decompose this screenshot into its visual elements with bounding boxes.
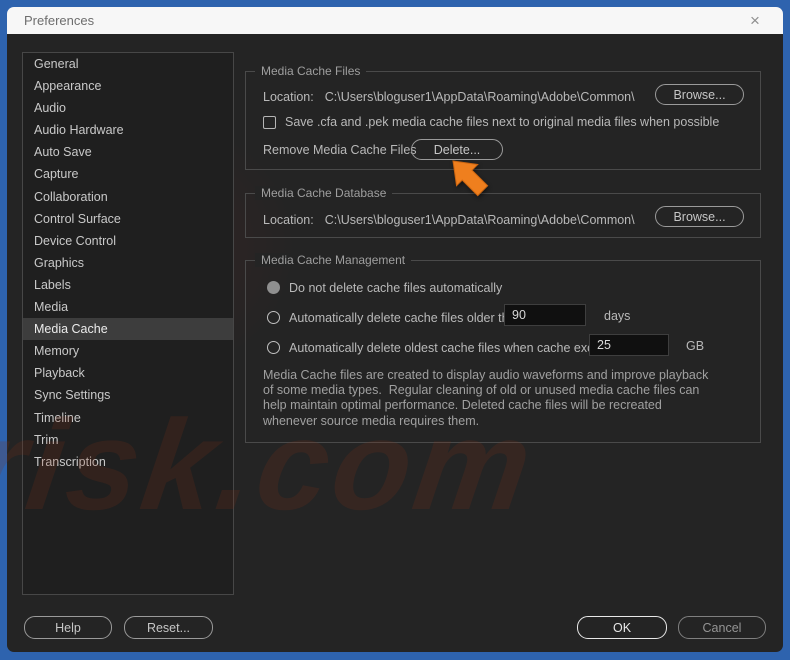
sidebar-item-collaboration[interactable]: Collaboration bbox=[23, 186, 233, 208]
files-browse-button[interactable]: Browse... bbox=[655, 84, 744, 105]
save-next-to-originals-row: Save .cfa and .pek media cache files nex… bbox=[263, 114, 719, 130]
preferences-window: Preferences × General Appearance Audio A… bbox=[0, 0, 790, 660]
media-cache-files-legend: Media Cache Files bbox=[255, 64, 367, 78]
sidebar-item-sync-settings[interactable]: Sync Settings bbox=[23, 384, 233, 406]
sidebar-item-memory[interactable]: Memory bbox=[23, 340, 233, 362]
title-bar: Preferences × bbox=[7, 7, 783, 34]
sidebar-item-general[interactable]: General bbox=[23, 53, 233, 75]
radio-exceeds[interactable] bbox=[267, 341, 280, 354]
media-cache-management-group: Media Cache Management Do not delete cac… bbox=[245, 253, 761, 443]
sidebar-item-playback[interactable]: Playback bbox=[23, 362, 233, 384]
database-location-row: Location: C:\Users\bloguser1\AppData\Roa… bbox=[263, 209, 635, 230]
sidebar-item-audio[interactable]: Audio bbox=[23, 97, 233, 119]
sidebar-item-graphics[interactable]: Graphics bbox=[23, 252, 233, 274]
radio-do-not-delete-row: Do not delete cache files automatically bbox=[267, 280, 502, 295]
gb-unit-label: GB bbox=[686, 339, 705, 353]
save-next-to-originals-checkbox[interactable] bbox=[263, 115, 276, 129]
database-location-label: Location: bbox=[263, 212, 314, 227]
save-next-to-originals-label: Save .cfa and .pek media cache files nex… bbox=[285, 115, 720, 129]
sidebar-item-labels[interactable]: Labels bbox=[23, 274, 233, 296]
sidebar-item-trim[interactable]: Trim bbox=[23, 429, 233, 451]
radio-do-not-delete-label: Do not delete cache files automatically bbox=[289, 280, 503, 295]
preferences-category-list: General Appearance Audio Audio Hardware … bbox=[22, 52, 234, 595]
files-location-value: C:\Users\bloguser1\AppData\Roaming\Adobe… bbox=[324, 89, 635, 104]
close-icon[interactable]: × bbox=[741, 7, 769, 34]
gb-input[interactable] bbox=[589, 334, 669, 356]
sidebar-item-device-control[interactable]: Device Control bbox=[23, 230, 233, 252]
radio-older-than-label: Automatically delete cache files older t… bbox=[289, 310, 526, 325]
sidebar-item-transcription[interactable]: Transcription bbox=[23, 451, 233, 473]
sidebar-item-auto-save[interactable]: Auto Save bbox=[23, 141, 233, 163]
sidebar-item-appearance[interactable]: Appearance bbox=[23, 75, 233, 97]
radio-older-than[interactable] bbox=[267, 311, 280, 324]
sidebar-item-timeline[interactable]: Timeline bbox=[23, 407, 233, 429]
ok-button[interactable]: OK bbox=[577, 616, 667, 639]
days-unit-label: days bbox=[604, 309, 631, 323]
media-cache-files-group: Media Cache Files Location: C:\Users\blo… bbox=[245, 64, 761, 170]
media-cache-database-group: Media Cache Database Location: C:\Users\… bbox=[245, 186, 761, 238]
media-cache-description: Media Cache files are created to display… bbox=[263, 368, 712, 428]
remove-media-cache-row: Remove Media Cache Files bbox=[263, 142, 417, 158]
remove-media-cache-label: Remove Media Cache Files bbox=[263, 143, 417, 157]
radio-do-not-delete[interactable] bbox=[267, 281, 280, 294]
files-location-label: Location: bbox=[263, 89, 314, 104]
dialog-body: General Appearance Audio Audio Hardware … bbox=[7, 34, 783, 652]
help-button[interactable]: Help bbox=[24, 616, 112, 639]
radio-older-than-row: Automatically delete cache files older t… bbox=[267, 310, 526, 325]
radio-exceeds-row: Automatically delete oldest cache files … bbox=[267, 340, 624, 355]
sidebar-item-control-surface[interactable]: Control Surface bbox=[23, 208, 233, 230]
sidebar-item-media[interactable]: Media bbox=[23, 296, 233, 318]
delete-button[interactable]: Delete... bbox=[411, 139, 503, 160]
cancel-button[interactable]: Cancel bbox=[678, 616, 766, 639]
files-location-row: Location: C:\Users\bloguser1\AppData\Roa… bbox=[263, 86, 635, 107]
days-input[interactable] bbox=[504, 304, 586, 326]
sidebar-item-audio-hardware[interactable]: Audio Hardware bbox=[23, 119, 233, 141]
database-location-value: C:\Users\bloguser1\AppData\Roaming\Adobe… bbox=[324, 212, 635, 227]
radio-exceeds-label: Automatically delete oldest cache files … bbox=[289, 340, 624, 355]
window-title: Preferences bbox=[24, 13, 95, 28]
database-browse-button[interactable]: Browse... bbox=[655, 206, 744, 227]
reset-button[interactable]: Reset... bbox=[124, 616, 213, 639]
sidebar-item-capture[interactable]: Capture bbox=[23, 163, 233, 185]
media-cache-database-legend: Media Cache Database bbox=[255, 186, 393, 200]
sidebar-item-media-cache[interactable]: Media Cache bbox=[23, 318, 233, 341]
media-cache-management-legend: Media Cache Management bbox=[255, 253, 412, 267]
